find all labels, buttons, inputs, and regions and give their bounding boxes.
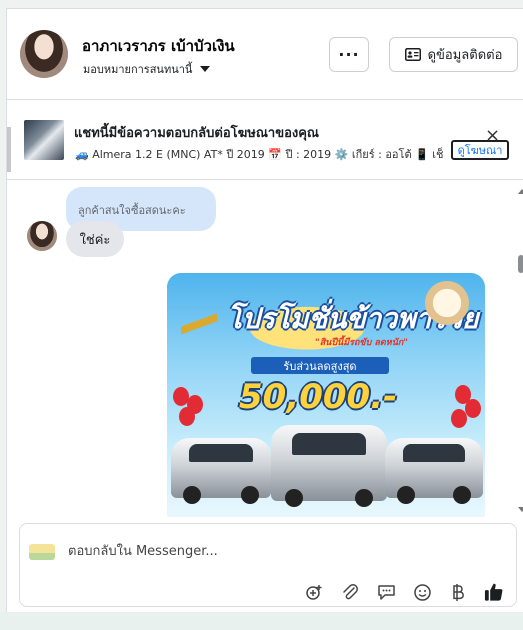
close-icon[interactable]: × bbox=[485, 127, 500, 145]
reply-composer bbox=[19, 523, 517, 607]
sender-avatar[interactable] bbox=[27, 221, 57, 251]
contact-avatar[interactable] bbox=[20, 30, 68, 78]
assign-label: มอบหมายการสนทนานี้ bbox=[83, 63, 193, 76]
message-text: ใช่ค่ะ bbox=[79, 232, 111, 248]
thumbs-up-icon[interactable] bbox=[484, 582, 504, 602]
promo-sub-label: รับส่วนลดสูงสุด bbox=[251, 357, 389, 374]
ad-divider bbox=[7, 179, 523, 180]
attachment-icon[interactable] bbox=[340, 582, 360, 602]
quoted-reply-text: ลูกค้าสนใจซื้อสดนะคะ bbox=[78, 204, 186, 217]
view-ad-button[interactable]: ดูโฆษณา bbox=[451, 140, 509, 160]
header-divider bbox=[7, 99, 523, 100]
contact-name: อาภาเวราภร เบ้าบัวเงิน bbox=[82, 37, 235, 55]
add-person-icon[interactable] bbox=[304, 582, 324, 602]
ad-reply-title: แชทนี้มีข้อความตอบกลับต่อโฆษณาของคุณ bbox=[74, 126, 319, 141]
page-logo bbox=[29, 544, 55, 560]
reply-input[interactable] bbox=[68, 541, 448, 561]
conversation-panel: อาภาเวราภร เบ้าบัวเงิน มอบหมายการสนทนานี… bbox=[6, 8, 523, 613]
ad-thumbnail[interactable] bbox=[24, 120, 64, 160]
caret-down-icon bbox=[200, 66, 211, 72]
more-options-button[interactable]: ··· bbox=[329, 37, 369, 72]
balloon-icon bbox=[451, 409, 467, 428]
scroll-down-icon[interactable] bbox=[518, 507, 523, 512]
message-bubble[interactable]: ใช่ค่ะ bbox=[66, 221, 124, 257]
message-scrollbar[interactable] bbox=[518, 187, 523, 517]
left-scrollbar[interactable] bbox=[7, 127, 11, 172]
assign-conversation-dropdown[interactable]: มอบหมายการสนทนานี้ bbox=[83, 60, 211, 78]
scroll-thumb[interactable] bbox=[518, 255, 523, 273]
balloon-icon bbox=[179, 407, 195, 426]
scroll-up-icon[interactable] bbox=[518, 189, 523, 194]
promo-image[interactable]: โปรโมชั่นข้าวพารวย "สินปีนี้มีรถขับ ลดหน… bbox=[167, 273, 485, 517]
car-image bbox=[271, 425, 387, 507]
car-image bbox=[171, 438, 271, 504]
view-contact-info-button[interactable]: ดูข้อมูลติดต่อ bbox=[389, 37, 518, 72]
ad-description: 🚙 Almera 1.2 E (MNC) AT* ปี 2019 📅 ปี : … bbox=[75, 148, 443, 161]
rice-bowl-icon bbox=[425, 281, 469, 325]
more-dots-icon: ··· bbox=[338, 45, 360, 64]
contact-card-icon bbox=[404, 48, 421, 61]
promo-amount: 50,000.- bbox=[239, 377, 398, 417]
window-bottom-band bbox=[0, 612, 523, 630]
saved-reply-icon[interactable] bbox=[376, 582, 396, 602]
contact-info-label: ดูข้อมูลติดต่อ bbox=[427, 48, 503, 63]
promo-tagline: "สินปีนี้มีรถขับ ลดหนัก" bbox=[315, 338, 408, 348]
car-image bbox=[385, 438, 483, 504]
balloon-icon bbox=[465, 399, 481, 418]
baht-icon[interactable] bbox=[448, 582, 468, 602]
emoji-icon[interactable] bbox=[412, 582, 432, 602]
